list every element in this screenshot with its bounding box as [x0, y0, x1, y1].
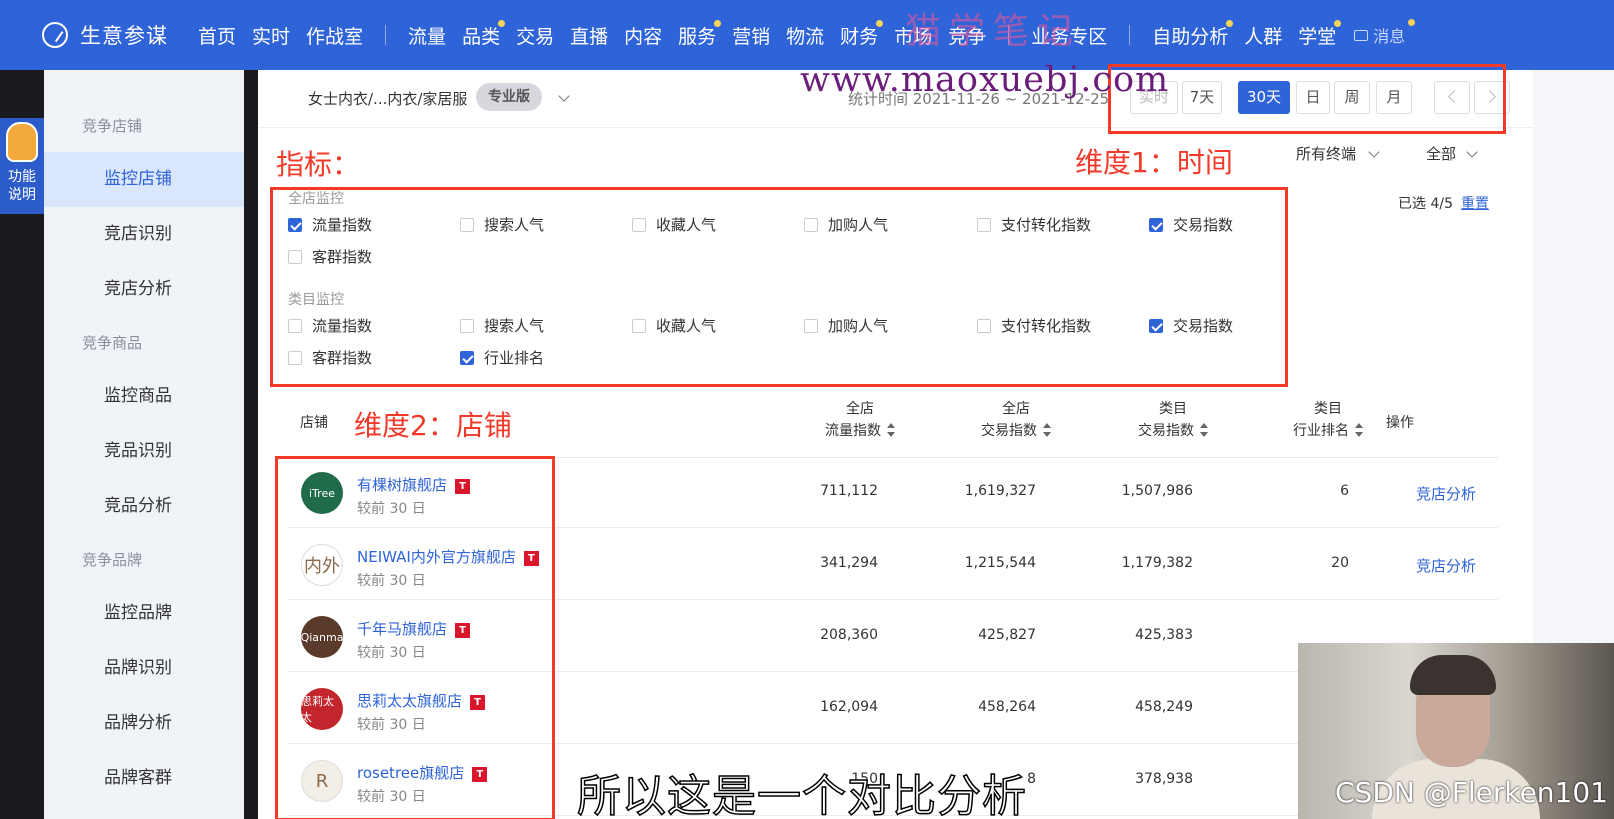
sidebar-group-title: 竞争品牌: [82, 551, 143, 569]
edition-badge: 专业版: [476, 83, 542, 111]
webcam-person-hair: [1410, 655, 1496, 695]
nav-item[interactable]: 首页: [198, 22, 236, 49]
sidebar-item[interactable]: 竞品分析: [44, 479, 244, 534]
nav-item[interactable]: 自助分析: [1152, 19, 1234, 49]
shop-analysis-link[interactable]: 竞店分析: [1416, 483, 1476, 504]
th-shop: 店铺: [300, 415, 328, 431]
cell-trade: 1,619,327: [964, 483, 1036, 499]
cell-cat-trade: 378,938: [1135, 771, 1193, 787]
nav-item[interactable]: 营销: [732, 22, 770, 49]
cell-traffic: 711,112: [820, 483, 878, 499]
annotation-dimension-time: 维度1：时间: [1075, 146, 1233, 179]
cell-rank: 6: [1340, 483, 1349, 499]
nav-item[interactable]: 学堂: [1298, 19, 1342, 49]
sidebar-group-title: 竞争店铺: [82, 117, 143, 135]
cell-trade: 1,215,544: [964, 555, 1036, 571]
mail-icon: [1354, 29, 1369, 41]
th-category-trade-line2: 交易指数: [1138, 423, 1194, 439]
terminal-value: 所有终端: [1296, 145, 1357, 163]
chevron-down-icon[interactable]: [558, 90, 570, 102]
nav-item[interactable]: 人群: [1244, 22, 1282, 49]
nav-separator: [385, 25, 387, 45]
watermark-url: www.maoxuebj.com: [800, 60, 1170, 100]
th-shop-traffic-line2: 流量指数: [825, 423, 881, 439]
csdn-credit: CSDN @Flerken101: [1335, 776, 1608, 809]
help-tab-label: 功能说明: [8, 169, 36, 203]
nav-item[interactable]: 流量: [408, 22, 446, 49]
sort-icon[interactable]: [1200, 423, 1208, 437]
cell-trade: 425,827: [978, 627, 1036, 643]
cell-cat-trade: 1,179,382: [1121, 555, 1193, 571]
annotation-box-metrics: [270, 187, 1288, 387]
cell-traffic: 341,294: [820, 555, 878, 571]
sidebar-item[interactable]: 品牌识别: [44, 641, 244, 696]
th-shop-trade-line2: 交易指数: [981, 423, 1037, 439]
selected-count: 已选 4/5 重置: [1398, 193, 1489, 213]
sidebar-item[interactable]: 品牌客群: [44, 751, 244, 806]
cell-cat-trade: 1,507,986: [1121, 483, 1193, 499]
chevron-down-icon[interactable]: [1466, 146, 1478, 158]
messages-link[interactable]: 消息: [1354, 19, 1416, 47]
nav-item[interactable]: 品类: [462, 19, 506, 49]
nav-item[interactable]: 作战室: [306, 22, 363, 49]
category-selector[interactable]: 女士内衣/...内衣/家居服: [308, 88, 467, 109]
reset-link[interactable]: 重置: [1461, 196, 1489, 212]
selected-count-text: 已选 4/5: [1398, 196, 1453, 212]
th-industry-rank[interactable]: 类目 行业排名: [1268, 398, 1388, 442]
sidebar-item[interactable]: 竞店识别: [44, 207, 244, 262]
sort-icon[interactable]: [1355, 423, 1363, 437]
scope-dropdown[interactable]: 全部: [1426, 143, 1456, 164]
cell-trade: 458,264: [978, 699, 1036, 715]
th-shop-traffic-line1: 全店: [846, 401, 874, 417]
cell-cat-trade: 458,249: [1135, 699, 1193, 715]
scope-value: 全部: [1426, 145, 1457, 163]
sidebar-item[interactable]: 品牌分析: [44, 696, 244, 751]
annotation-box-shops: [275, 456, 555, 819]
sort-icon[interactable]: [1043, 423, 1051, 437]
annotation-dimension-shop: 维度2：店铺: [354, 409, 512, 442]
sidebar-group-title: 竞争商品: [82, 334, 143, 352]
app-title: 生意参谋: [80, 24, 168, 48]
sidebar-item[interactable]: 监控商品: [44, 369, 244, 424]
nav-item[interactable]: 内容: [624, 22, 662, 49]
chevron-down-icon[interactable]: [1368, 146, 1380, 158]
sidebar-item[interactable]: 监控品牌: [44, 586, 244, 641]
cell-traffic: 162,094: [820, 699, 878, 715]
nav-item[interactable]: 直播: [570, 22, 608, 49]
app-logo[interactable]: 生意参谋: [42, 20, 168, 50]
sidebar-item[interactable]: 竞店分析: [44, 262, 244, 317]
main-nav: 首页 实时 作战室 流量 品类 交易 直播 内容 服务 营销 物流 财务 市场 竞争 业务专区 自助分析 人群学…: [190, 19, 1416, 49]
watermark-title: 猫学笔记: [905, 11, 1082, 52]
cell-cat-trade: 425,383: [1135, 627, 1193, 643]
nav-item[interactable]: 物流: [786, 22, 824, 49]
th-shop-trade[interactable]: 全店 交易指数: [956, 398, 1076, 442]
mascot-icon: [6, 122, 38, 162]
th-industry-rank-line2: 行业排名: [1293, 423, 1349, 439]
nav-item[interactable]: 财务: [840, 19, 884, 49]
video-subtitle: 所以这是一个对比分析: [576, 770, 1027, 819]
annotation-indicator: 指标：: [276, 148, 361, 181]
messages-label: 消息: [1373, 27, 1406, 46]
nav-item[interactable]: 交易: [516, 22, 554, 49]
cell-rank: 20: [1331, 555, 1349, 571]
sidebar-item[interactable]: 监控店铺: [44, 152, 244, 207]
nav-item[interactable]: 服务: [678, 19, 722, 49]
cell-traffic: 208,360: [820, 627, 878, 643]
th-shop-traffic[interactable]: 全店 流量指数: [800, 398, 920, 442]
sort-icon[interactable]: [887, 423, 895, 437]
th-industry-rank-line1: 类目: [1314, 401, 1342, 417]
sidebar: 竞争店铺监控店铺 竞店识别 竞店分析竞争商品监控商品 竞品识别 竞品分析竞争品牌监控品牌…: [44, 70, 244, 819]
sidebar-item[interactable]: 竞品识别: [44, 424, 244, 479]
th-shop-trade-line1: 全店: [1002, 401, 1030, 417]
nav-item[interactable]: 实时: [252, 22, 290, 49]
compass-icon: [42, 22, 68, 48]
th-category-trade-line1: 类目: [1159, 401, 1187, 417]
terminal-dropdown[interactable]: 所有终端: [1296, 143, 1356, 164]
feature-help-tab[interactable]: 功能说明: [0, 118, 44, 214]
shop-analysis-link[interactable]: 竞店分析: [1416, 555, 1476, 576]
nav-separator: [1129, 25, 1131, 45]
th-operation: 操作: [1386, 415, 1414, 431]
th-category-trade[interactable]: 类目 交易指数: [1113, 398, 1233, 442]
